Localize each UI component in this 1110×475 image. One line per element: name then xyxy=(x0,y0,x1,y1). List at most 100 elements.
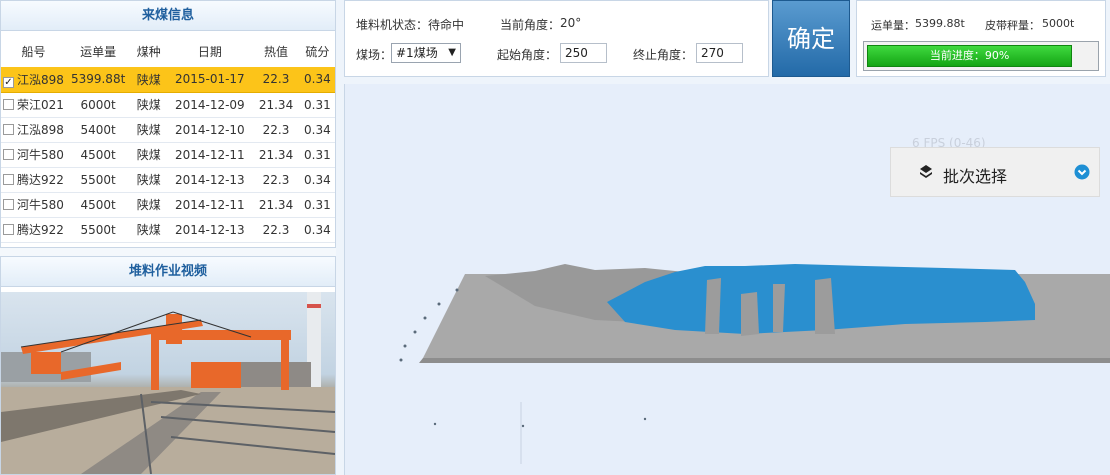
cell-heat: 22.3 xyxy=(252,67,300,93)
cell-amount: 5399.88t xyxy=(66,67,131,93)
current-angle-value: 20° xyxy=(560,16,582,30)
cell-date: 2014-12-11 xyxy=(167,192,253,218)
cell-heat: 22.3 xyxy=(252,167,300,193)
dropdown-arrow-icon: ▼ xyxy=(448,47,456,58)
cell-amount: 5400t xyxy=(66,117,131,143)
yard-ground-edge xyxy=(419,358,1110,363)
ship-name: 荣江021 xyxy=(17,98,64,112)
column-header-coal-type: 煤种 xyxy=(136,44,161,59)
waybill-value: 5399.88t xyxy=(915,17,965,30)
end-angle-label: 终止角度： xyxy=(633,48,694,62)
batch-select-label: 批次选择 xyxy=(943,167,1008,186)
table-row[interactable]: 河牛580 4500t 陕煤 2014-12-11 21.34 0.31 xyxy=(1,192,335,218)
cell-ship: 腾达922 xyxy=(1,217,67,243)
column-header-sulfur: 硫分 xyxy=(305,44,330,59)
progress-fill: 当前进度：90% xyxy=(867,45,1073,67)
column-header-date: 日期 xyxy=(197,44,222,59)
stacker-status-box: 堆料机状态： 待命中 当前角度： 20° 煤场： #1煤场 ▼ 起始角度： 25… xyxy=(344,0,769,77)
current-angle-label: 当前角度： xyxy=(500,18,561,32)
end-angle-input[interactable]: 270 xyxy=(696,43,743,63)
cell-type: 陕煤 xyxy=(130,142,168,168)
cell-sulfur: 0.34 xyxy=(299,67,335,93)
incoming-coal-title: 来煤信息 xyxy=(1,1,335,31)
cell-date: 2014-12-11 xyxy=(167,142,253,168)
table-row[interactable]: 江泓898 5400t 陕煤 2014-12-10 22.3 0.34 xyxy=(1,117,335,143)
cell-type: 陕煤 xyxy=(130,117,168,143)
table-row[interactable]: 腾达922 5500t 陕煤 2014-12-13 22.3 0.34 xyxy=(1,167,335,193)
table-row[interactable]: 河牛580 4500t 陕煤 2014-12-11 21.34 0.31 xyxy=(1,142,335,168)
column-header-heat: 热值 xyxy=(264,44,289,59)
stacking-video-panel: 堆料作业视频 xyxy=(0,256,336,475)
ship-name: 江泓898 xyxy=(17,123,64,137)
cell-date: 2014-12-13 xyxy=(167,167,253,193)
progress-bar: 当前进度：90% xyxy=(863,41,1099,71)
ship-name: 江泓898 xyxy=(17,72,64,87)
ship-name: 腾达922 xyxy=(17,173,64,187)
cell-ship: 河牛580 xyxy=(1,142,67,168)
table-row[interactable]: 腾达922 5500t 陕煤 2014-12-13 22.3 0.34 xyxy=(1,217,335,243)
stockpile-3d-canvas xyxy=(399,264,1110,464)
waybill-label: 运单量： xyxy=(871,19,915,32)
row-checkbox[interactable] xyxy=(3,124,14,135)
cell-sulfur: 0.34 xyxy=(299,117,335,143)
stats-box: 运单量： 5399.88t 皮带秤量： 5000t 当前进度：90% xyxy=(856,0,1106,77)
cell-ship: 腾达922 xyxy=(1,167,67,193)
row-checkbox[interactable] xyxy=(3,224,14,235)
table-row[interactable]: ✓ 江泓898 5399.88t 陕煤 2015-01-17 22.3 0.34 xyxy=(1,67,335,93)
coal-yard-label: 煤场： xyxy=(356,48,393,62)
column-header-amount: 运单量 xyxy=(80,44,117,59)
cell-ship: 河牛580 xyxy=(1,192,67,218)
cell-type: 陕煤 xyxy=(130,167,168,193)
confirm-button[interactable]: 确定 xyxy=(772,0,850,77)
cell-sulfur: 0.31 xyxy=(299,92,335,118)
cell-sulfur: 0.34 xyxy=(299,167,335,193)
column-header-ship: 船号 xyxy=(21,44,46,59)
table-row[interactable]: 荣江021 6000t 陕煤 2014-12-09 21.34 0.31 xyxy=(1,92,335,118)
start-angle-input[interactable]: 250 xyxy=(560,43,607,63)
chevron-down-icon xyxy=(1074,164,1090,180)
cell-date: 2014-12-10 xyxy=(167,117,253,143)
row-checkbox[interactable] xyxy=(3,149,14,160)
stacking-video-title: 堆料作业视频 xyxy=(1,257,335,287)
row-checkbox[interactable]: ✓ xyxy=(3,76,14,88)
cell-heat: 21.34 xyxy=(252,142,300,168)
stacking-video-frame xyxy=(1,292,335,474)
cell-sulfur: 0.34 xyxy=(299,217,335,243)
cell-date: 2014-12-13 xyxy=(167,217,253,243)
table-header-row: 船号 运单量 煤种 日期 热值 硫分 xyxy=(1,31,335,67)
belt-scale-label: 皮带秤量： xyxy=(985,19,1040,32)
belt-scale-value: 5000t xyxy=(1042,17,1075,30)
cell-heat: 21.34 xyxy=(252,192,300,218)
stockpile-3d-view[interactable]: 6 FPS (0-46) 批次选择 xyxy=(344,84,1110,475)
cell-ship: ✓ 江泓898 xyxy=(1,67,67,93)
cell-amount: 4500t xyxy=(66,192,131,218)
stacker-state-label: 堆料机状态： xyxy=(356,18,429,32)
cell-type: 陕煤 xyxy=(130,92,168,118)
cell-heat: 21.34 xyxy=(252,92,300,118)
cell-sulfur: 0.31 xyxy=(299,142,335,168)
cell-date: 2014-12-09 xyxy=(167,92,253,118)
row-checkbox[interactable] xyxy=(3,99,14,110)
ship-name: 腾达922 xyxy=(17,223,64,237)
layers-icon xyxy=(920,165,932,178)
cell-type: 陕煤 xyxy=(130,217,168,243)
batch-select-dropdown[interactable]: 批次选择 xyxy=(890,147,1100,197)
left-column: 来煤信息 船号 运单量 煤种 日期 热值 硫分 ✓ 江泓898 5399.88t 陕煤… xyxy=(0,0,336,475)
cell-type: 陕煤 xyxy=(130,192,168,218)
cell-amount: 4500t xyxy=(66,142,131,168)
cell-ship: 江泓898 xyxy=(1,117,67,143)
coal-yard-select[interactable]: #1煤场 ▼ xyxy=(391,43,461,63)
cell-heat: 22.3 xyxy=(252,117,300,143)
row-checkbox[interactable] xyxy=(3,199,14,210)
row-checkbox[interactable] xyxy=(3,174,14,185)
ship-name: 河牛580 xyxy=(17,198,64,212)
cell-sulfur: 0.31 xyxy=(299,192,335,218)
cell-type: 陕煤 xyxy=(130,67,168,93)
cell-amount: 6000t xyxy=(66,92,131,118)
stacker-state-value: 待命中 xyxy=(428,18,465,32)
ship-name: 河牛580 xyxy=(17,148,64,162)
cell-amount: 5500t xyxy=(66,167,131,193)
stacking-video[interactable] xyxy=(1,292,335,474)
cell-ship: 荣江021 xyxy=(1,92,67,118)
coal-yard-select-value: #1煤场 xyxy=(396,46,438,60)
